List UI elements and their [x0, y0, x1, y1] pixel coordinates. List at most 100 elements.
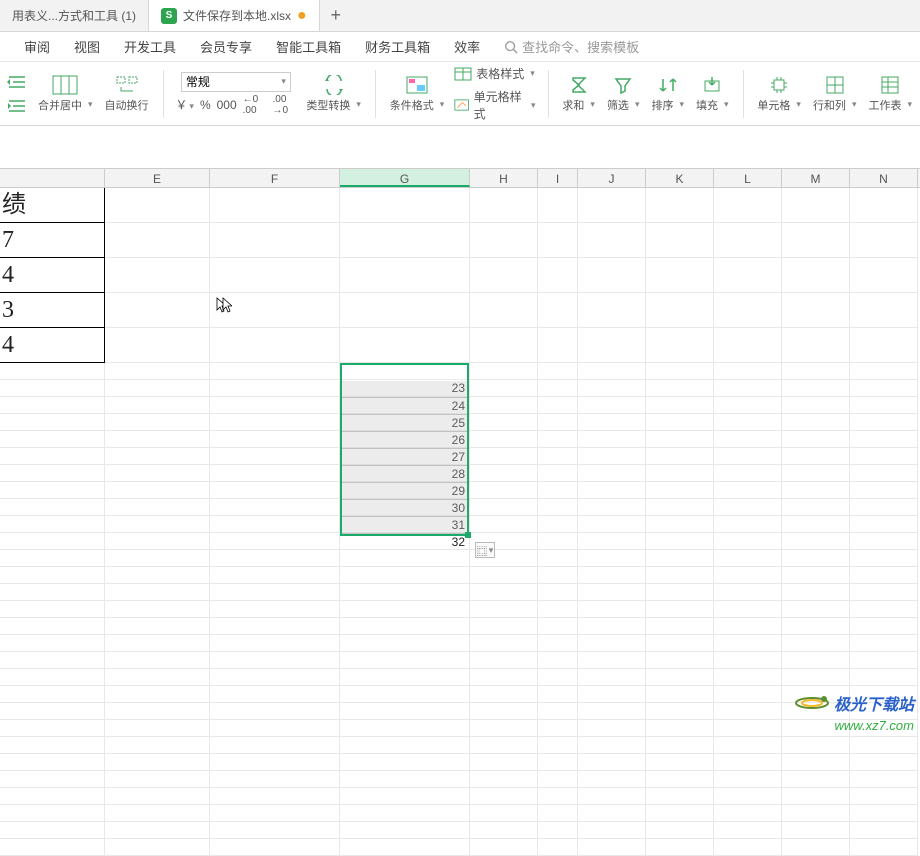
worksheet-button[interactable]: 工作表▾ [866, 75, 914, 113]
cell[interactable] [646, 652, 714, 669]
cell[interactable] [538, 482, 578, 499]
cell[interactable] [210, 754, 340, 771]
cell[interactable] [782, 669, 850, 686]
cell[interactable] [0, 737, 105, 754]
cell[interactable] [782, 414, 850, 431]
cell[interactable] [850, 839, 918, 856]
cell[interactable] [470, 293, 538, 328]
cell[interactable] [470, 258, 538, 293]
cell[interactable] [782, 567, 850, 584]
cell[interactable] [714, 635, 782, 652]
cell[interactable] [340, 293, 470, 328]
cell[interactable] [210, 771, 340, 788]
cell[interactable] [210, 363, 340, 380]
cell[interactable] [340, 669, 470, 686]
cell[interactable] [340, 601, 470, 618]
cell[interactable] [646, 328, 714, 363]
cell[interactable] [210, 258, 340, 293]
cell[interactable] [0, 805, 105, 822]
cell[interactable] [340, 686, 470, 703]
cell[interactable] [105, 686, 210, 703]
cell[interactable] [210, 601, 340, 618]
cell[interactable] [0, 703, 105, 720]
cell[interactable] [340, 567, 470, 584]
cell[interactable] [782, 550, 850, 567]
cell[interactable] [714, 380, 782, 397]
cell[interactable] [782, 499, 850, 516]
cell[interactable] [340, 223, 470, 258]
cell[interactable] [538, 499, 578, 516]
cell[interactable] [646, 720, 714, 737]
cell[interactable] [782, 618, 850, 635]
cell[interactable] [850, 754, 918, 771]
cell[interactable] [782, 223, 850, 258]
menu-member[interactable]: 会员专享 [200, 37, 252, 56]
cell[interactable] [578, 482, 646, 499]
cell[interactable] [714, 431, 782, 448]
column-header[interactable]: E [105, 169, 210, 187]
cell[interactable] [578, 223, 646, 258]
cell[interactable] [105, 788, 210, 805]
cell[interactable] [714, 223, 782, 258]
cell[interactable] [470, 482, 538, 499]
cell[interactable] [646, 805, 714, 822]
cell[interactable] [714, 465, 782, 482]
cell[interactable] [782, 328, 850, 363]
cell[interactable] [105, 669, 210, 686]
cell[interactable] [578, 601, 646, 618]
cell[interactable] [470, 223, 538, 258]
cell[interactable] [578, 431, 646, 448]
cell[interactable] [850, 601, 918, 618]
rows-cols-button[interactable]: 行和列▾ [811, 75, 859, 113]
cell[interactable] [538, 431, 578, 448]
cell[interactable] [210, 482, 340, 499]
cell[interactable] [714, 805, 782, 822]
cell[interactable] [340, 328, 470, 363]
cell[interactable] [105, 652, 210, 669]
cell[interactable] [0, 788, 105, 805]
column-header[interactable]: I [538, 169, 578, 187]
cell[interactable] [210, 567, 340, 584]
cell[interactable] [470, 618, 538, 635]
column-header[interactable]: L [714, 169, 782, 187]
cell[interactable] [470, 584, 538, 601]
cell[interactable] [0, 601, 105, 618]
cell[interactable] [782, 533, 850, 550]
cell[interactable] [340, 550, 470, 567]
cell[interactable] [850, 188, 918, 223]
cell[interactable]: 绩 [0, 188, 105, 223]
cell[interactable]: 23 [340, 380, 470, 397]
cell[interactable] [210, 533, 340, 550]
cell[interactable] [210, 223, 340, 258]
cell[interactable] [646, 397, 714, 414]
cell[interactable] [850, 380, 918, 397]
cell[interactable] [782, 737, 850, 754]
cell[interactable] [105, 618, 210, 635]
table-style-button[interactable]: 表格样式▾ [454, 65, 535, 82]
cell[interactable] [538, 293, 578, 328]
cell[interactable] [340, 188, 470, 223]
cell[interactable] [850, 293, 918, 328]
cell[interactable] [470, 822, 538, 839]
cell[interactable] [714, 397, 782, 414]
tab-add-button[interactable]: + [320, 0, 352, 31]
cell[interactable] [850, 771, 918, 788]
cell[interactable]: 4 [0, 258, 105, 293]
cell[interactable] [538, 414, 578, 431]
cell[interactable] [578, 465, 646, 482]
cell[interactable] [0, 669, 105, 686]
cell[interactable] [714, 754, 782, 771]
cell[interactable] [105, 822, 210, 839]
cell[interactable] [105, 533, 210, 550]
cell[interactable] [646, 188, 714, 223]
merge-center-button[interactable]: 合并居中▾ [36, 75, 95, 113]
cell[interactable] [714, 822, 782, 839]
cell[interactable] [646, 584, 714, 601]
cell[interactable] [714, 584, 782, 601]
cell[interactable] [850, 258, 918, 293]
cell[interactable] [105, 482, 210, 499]
cell[interactable] [714, 601, 782, 618]
cell[interactable] [578, 720, 646, 737]
tab-active[interactable]: S 文件保存到本地.xlsx ● [149, 0, 320, 31]
cell[interactable] [782, 258, 850, 293]
